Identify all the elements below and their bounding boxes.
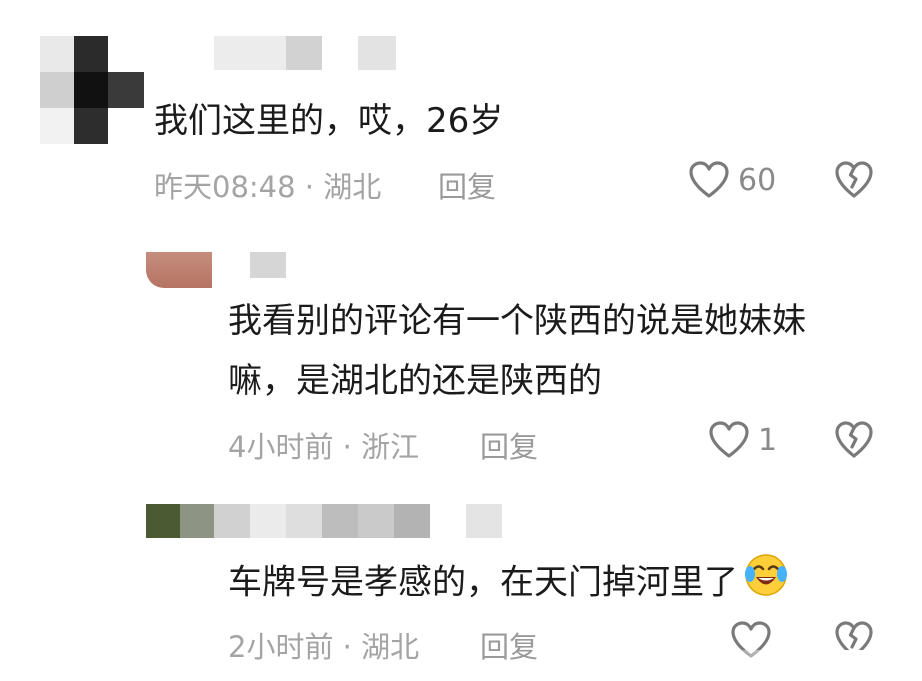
comment-meta: 2小时前 · 湖北 — [228, 624, 419, 666]
reply-button[interactable]: 回复 — [480, 624, 538, 666]
comment-time: 2小时前 — [228, 630, 334, 664]
comment-text-content: 车牌号是孝感的，在天门掉河里了 — [228, 562, 738, 603]
comment-text: 车牌号是孝感的，在天门掉河里了 — [228, 550, 790, 618]
meta-separator: · — [333, 630, 362, 664]
crying-laughing-emoji-icon — [742, 550, 790, 618]
bottom-fade — [720, 650, 922, 681]
comment-item: 车牌号是孝感的，在天门掉河里了 2小时前 · 湖北 回复 — [0, 0, 922, 681]
comment-location: 湖北 — [361, 630, 420, 664]
